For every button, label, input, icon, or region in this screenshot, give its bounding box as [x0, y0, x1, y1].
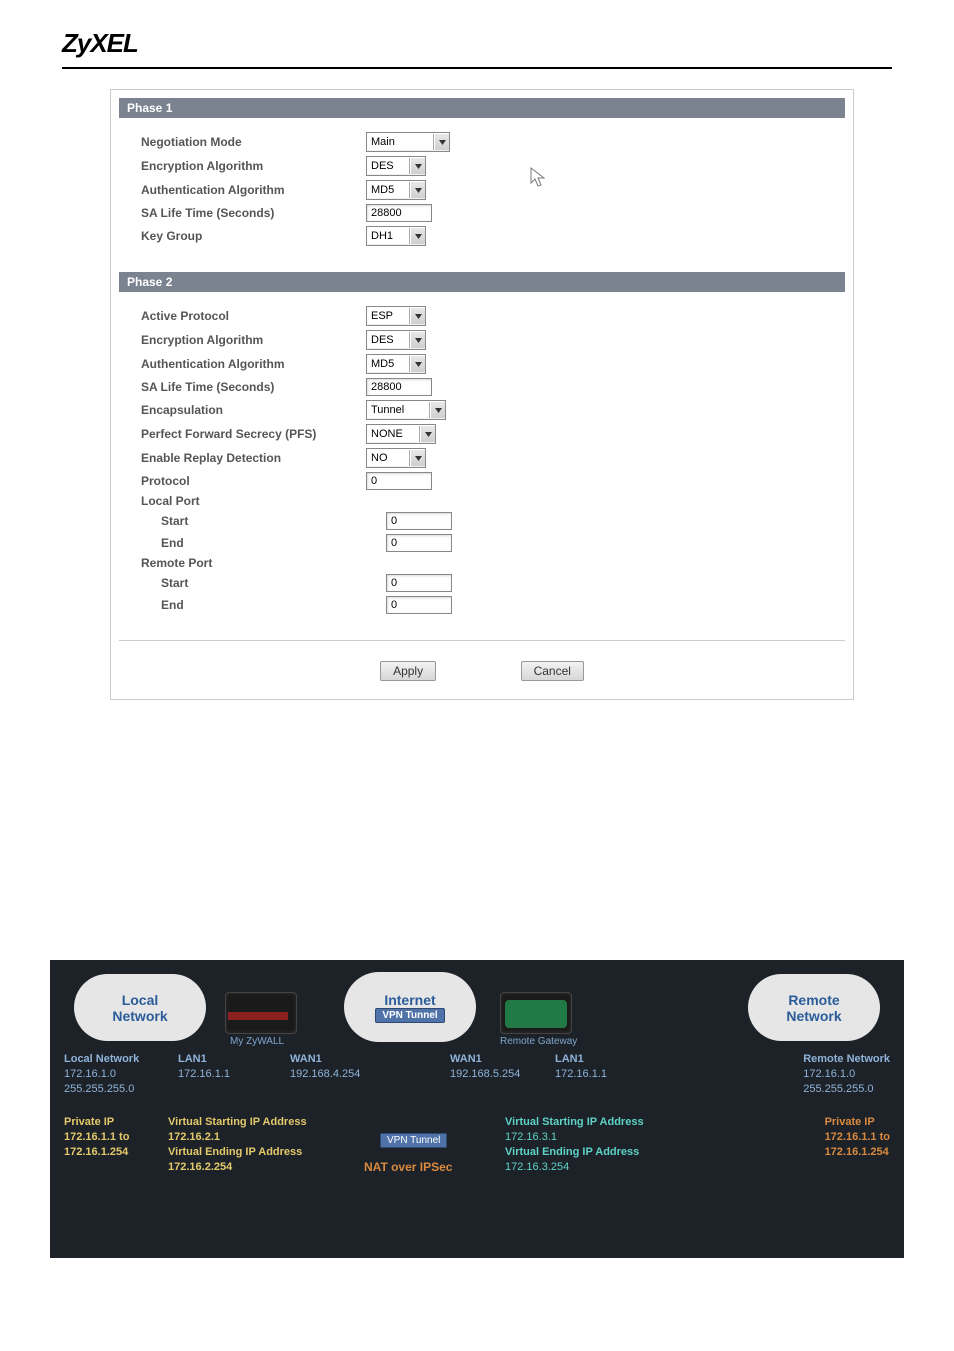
brand-logo: ZyXEL: [62, 28, 954, 59]
remote-port-start-input[interactable]: [386, 574, 452, 592]
p1-encryption-label: Encryption Algorithm: [141, 159, 366, 173]
chevron-down-icon: [410, 356, 425, 372]
lan1-left-info: LAN1 172.16.1.1: [178, 1052, 230, 1082]
p1-keygroup-select[interactable]: DH1: [366, 226, 426, 246]
p2-encryption-label: Encryption Algorithm: [141, 333, 366, 347]
negotiation-mode-label: Negotiation Mode: [141, 135, 366, 149]
p2-pfs-label: Perfect Forward Secrecy (PFS): [141, 427, 366, 441]
p2-encryption-select[interactable]: DES: [366, 330, 426, 350]
virtual-ip-left: Virtual Starting IP Address 172.16.2.1 V…: [168, 1115, 307, 1174]
chevron-down-icon: [410, 182, 425, 198]
p1-salife-input[interactable]: [366, 204, 432, 222]
p2-auth-label: Authentication Algorithm: [141, 357, 366, 371]
remote-port-end-input[interactable]: [386, 596, 452, 614]
p1-auth-label: Authentication Algorithm: [141, 183, 366, 197]
wan1-left-info: WAN1 192.168.4.254: [290, 1052, 360, 1082]
remote-port-label: Remote Port: [141, 556, 366, 570]
remote-gateway-inner: [505, 1000, 567, 1028]
cancel-button[interactable]: Cancel: [521, 661, 584, 681]
virtual-ip-right: Virtual Starting IP Address 172.16.3.1 V…: [505, 1115, 644, 1174]
remote-network-info: Remote Network 172.16.1.0 255.255.255.0: [803, 1052, 890, 1097]
p2-salife-input[interactable]: [366, 378, 432, 396]
remote-port-end-label: End: [141, 598, 386, 612]
settings-panel: Phase 1 Negotiation Mode Main Encryption…: [110, 89, 854, 700]
cursor-icon: [530, 167, 546, 189]
p2-replay-label: Enable Replay Detection: [141, 451, 366, 465]
vpn-tunnel-badge-lower: VPN Tunnel: [380, 1132, 447, 1146]
local-port-label: Local Port: [141, 494, 366, 508]
local-network-info: Local Network 172.16.1.0 255.255.255.0: [64, 1052, 139, 1097]
phase1-header: Phase 1: [119, 98, 845, 118]
chevron-down-icon: [410, 450, 425, 466]
device-led-strip: [228, 1012, 288, 1020]
p2-protocol-input[interactable]: [366, 472, 432, 490]
chevron-down-icon: [410, 332, 425, 348]
internet-cloud: Internet VPN Tunnel: [350, 978, 470, 1036]
p2-encapsulation-select[interactable]: Tunnel: [366, 400, 446, 420]
lan1-right-info: LAN1 172.16.1.1: [555, 1052, 607, 1082]
local-port-end-input[interactable]: [386, 534, 452, 552]
vpn-tunnel-badge: VPN Tunnel: [375, 1008, 444, 1023]
brand-divider: [62, 67, 892, 69]
remote-gateway-label: Remote Gateway: [500, 1036, 577, 1047]
phase2-header: Phase 2: [119, 272, 845, 292]
local-port-start-input[interactable]: [386, 512, 452, 530]
p2-replay-select[interactable]: NO: [366, 448, 426, 468]
remote-port-start-label: Start: [141, 576, 386, 590]
wan1-right-info: WAN1 192.168.5.254: [450, 1052, 520, 1082]
p2-active-protocol-select[interactable]: ESP: [366, 306, 426, 326]
p2-encapsulation-label: Encapsulation: [141, 403, 366, 417]
apply-button[interactable]: Apply: [380, 661, 436, 681]
local-port-end-label: End: [141, 536, 386, 550]
chevron-down-icon: [434, 134, 449, 150]
chevron-down-icon: [430, 402, 445, 418]
local-port-start-label: Start: [141, 514, 386, 528]
chevron-down-icon: [410, 308, 425, 324]
p2-active-protocol-label: Active Protocol: [141, 309, 366, 323]
my-zywall-label: My ZyWALL: [230, 1036, 284, 1047]
network-diagram: Local Network Internet VPN Tunnel Remote…: [50, 960, 904, 1258]
p2-auth-select[interactable]: MD5: [366, 354, 426, 374]
p2-salife-label: SA Life Time (Seconds): [141, 380, 366, 394]
p2-pfs-select[interactable]: NONE: [366, 424, 436, 444]
nat-over-ipsec-label: NAT over IPSec: [364, 1160, 452, 1174]
p1-keygroup-label: Key Group: [141, 229, 366, 243]
private-ip-left: Private IP 172.16.1.1 to 172.16.1.254: [64, 1115, 129, 1160]
p2-protocol-label: Protocol: [141, 474, 366, 488]
local-cloud: Local Network: [80, 980, 200, 1035]
chevron-down-icon: [410, 158, 425, 174]
private-ip-right: Private IP 172.16.1.1 to 172.16.1.254: [825, 1115, 890, 1160]
remote-cloud: Remote Network: [754, 980, 874, 1035]
p1-auth-select[interactable]: MD5: [366, 180, 426, 200]
chevron-down-icon: [420, 426, 435, 442]
chevron-down-icon: [410, 228, 425, 244]
p1-encryption-select[interactable]: DES: [366, 156, 426, 176]
p1-salife-label: SA Life Time (Seconds): [141, 206, 366, 220]
negotiation-mode-select[interactable]: Main: [366, 132, 450, 152]
